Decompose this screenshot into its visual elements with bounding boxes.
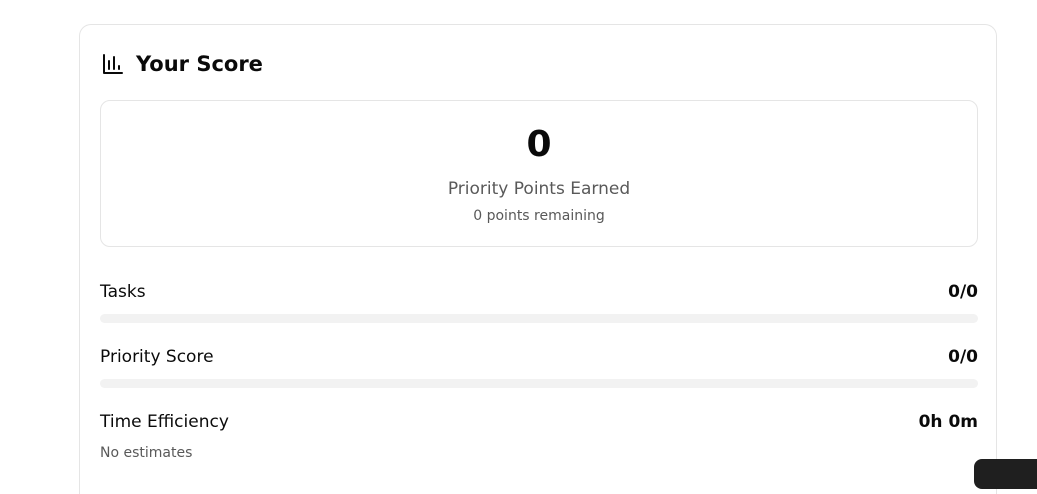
score-value: 0 — [526, 124, 552, 165]
priority-progress-bar — [100, 379, 978, 388]
score-card: Your Score 0 Priority Points Earned 0 po… — [79, 24, 997, 494]
points-remaining: 0 points remaining — [473, 208, 605, 224]
priority-metric: Priority Score 0/0 — [100, 346, 978, 388]
tasks-metric: Tasks 0/0 — [100, 281, 978, 323]
time-metric: Time Efficiency 0h 0m No estimates — [100, 411, 978, 461]
priority-value: 0/0 — [948, 347, 978, 367]
score-label: Priority Points Earned — [447, 179, 631, 199]
tasks-label: Tasks — [100, 282, 146, 302]
tasks-progress-bar — [100, 314, 978, 323]
tasks-value: 0/0 — [948, 282, 978, 302]
time-note: No estimates — [100, 445, 193, 461]
time-label: Time Efficiency — [100, 412, 229, 432]
score-summary: 0 Priority Points Earned 0 points remain… — [100, 100, 978, 247]
card-title: Your Score — [136, 52, 263, 76]
bar-chart-icon — [101, 52, 125, 76]
floating-widget[interactable] — [974, 459, 1037, 489]
priority-label: Priority Score — [100, 347, 214, 367]
time-value: 0h 0m — [918, 412, 978, 432]
card-header: Your Score — [101, 50, 263, 78]
